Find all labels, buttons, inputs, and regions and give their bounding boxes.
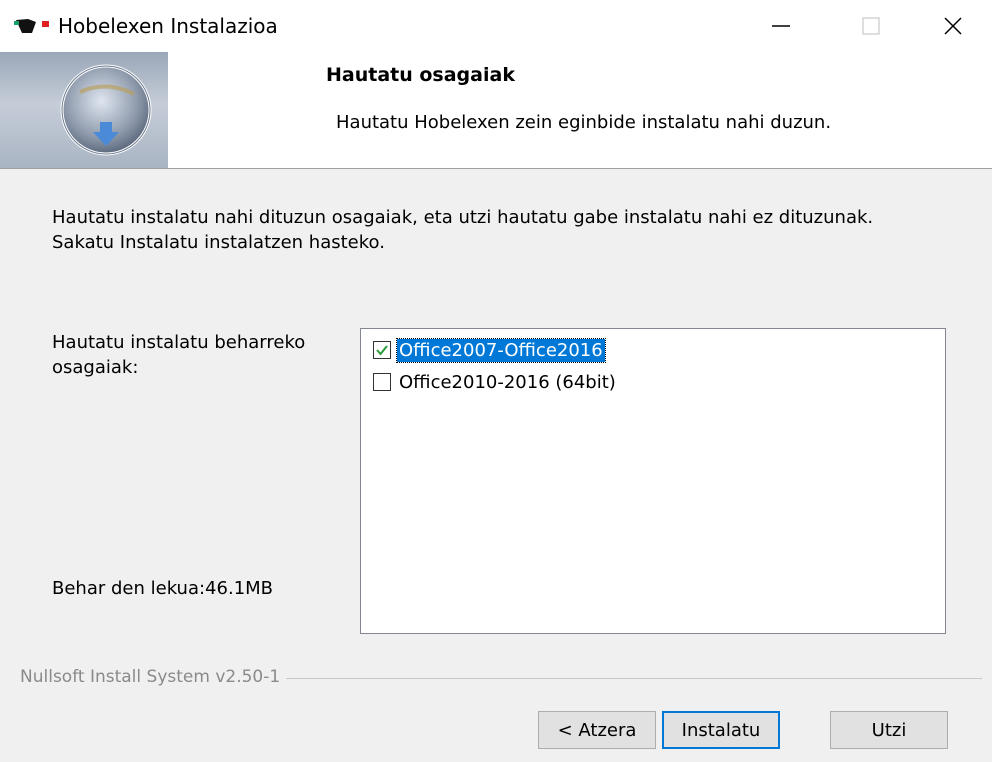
component-checkbox[interactable] — [373, 373, 391, 391]
component-label[interactable]: Office2007-Office2016 — [396, 337, 606, 363]
app-icon — [14, 19, 49, 33]
window-title: Hobelexen Instalazioa — [58, 14, 278, 38]
component-checkbox[interactable] — [373, 341, 391, 359]
header-banner: Hautatu osagaiak Hautatu Hobelexen zein … — [0, 52, 992, 169]
component-label[interactable]: Office2010-2016 (64bit) — [397, 371, 618, 394]
close-button[interactable] — [914, 0, 992, 52]
title-bar: Hobelexen Instalazioa — [0, 0, 992, 52]
minimize-button[interactable] — [736, 0, 826, 52]
maximize-button[interactable] — [826, 0, 916, 52]
header-graphic — [0, 52, 168, 168]
branding-separator: Nullsoft Install System v2.50-1 — [20, 667, 982, 689]
installer-disc-icon — [60, 64, 152, 156]
page-title: Hautatu osagaiak — [326, 64, 515, 86]
component-item[interactable]: Office2010-2016 (64bit) — [373, 369, 618, 395]
intro-line-1: Hautatu instalatu nahi dituzun osagaiak,… — [52, 207, 874, 228]
select-components-label: Hautatu instalatu beharreko osagaiak: — [52, 332, 306, 378]
close-icon — [944, 17, 962, 35]
maximize-icon — [862, 17, 880, 35]
branding-text: Nullsoft Install System v2.50-1 — [20, 667, 287, 687]
components-list[interactable]: Office2007-Office2016 Office2010-2016 (6… — [360, 328, 946, 634]
space-required-label: Behar den lekua:46.1MB — [52, 578, 274, 599]
minimize-icon — [772, 25, 790, 27]
cancel-button[interactable]: Utzi — [830, 711, 948, 749]
intro-line-2: Sakatu Instalatu instalatzen hasteko. — [52, 232, 385, 253]
page-subtitle: Hautatu Hobelexen zein eginbide instalat… — [336, 112, 832, 133]
back-button[interactable]: < Atzera — [538, 711, 656, 749]
component-item[interactable]: Office2007-Office2016 — [373, 337, 606, 363]
intro-text: Hautatu instalatu nahi dituzun osagaiak,… — [52, 205, 952, 255]
checkmark-icon — [376, 345, 388, 356]
install-button[interactable]: Instalatu — [662, 711, 780, 749]
